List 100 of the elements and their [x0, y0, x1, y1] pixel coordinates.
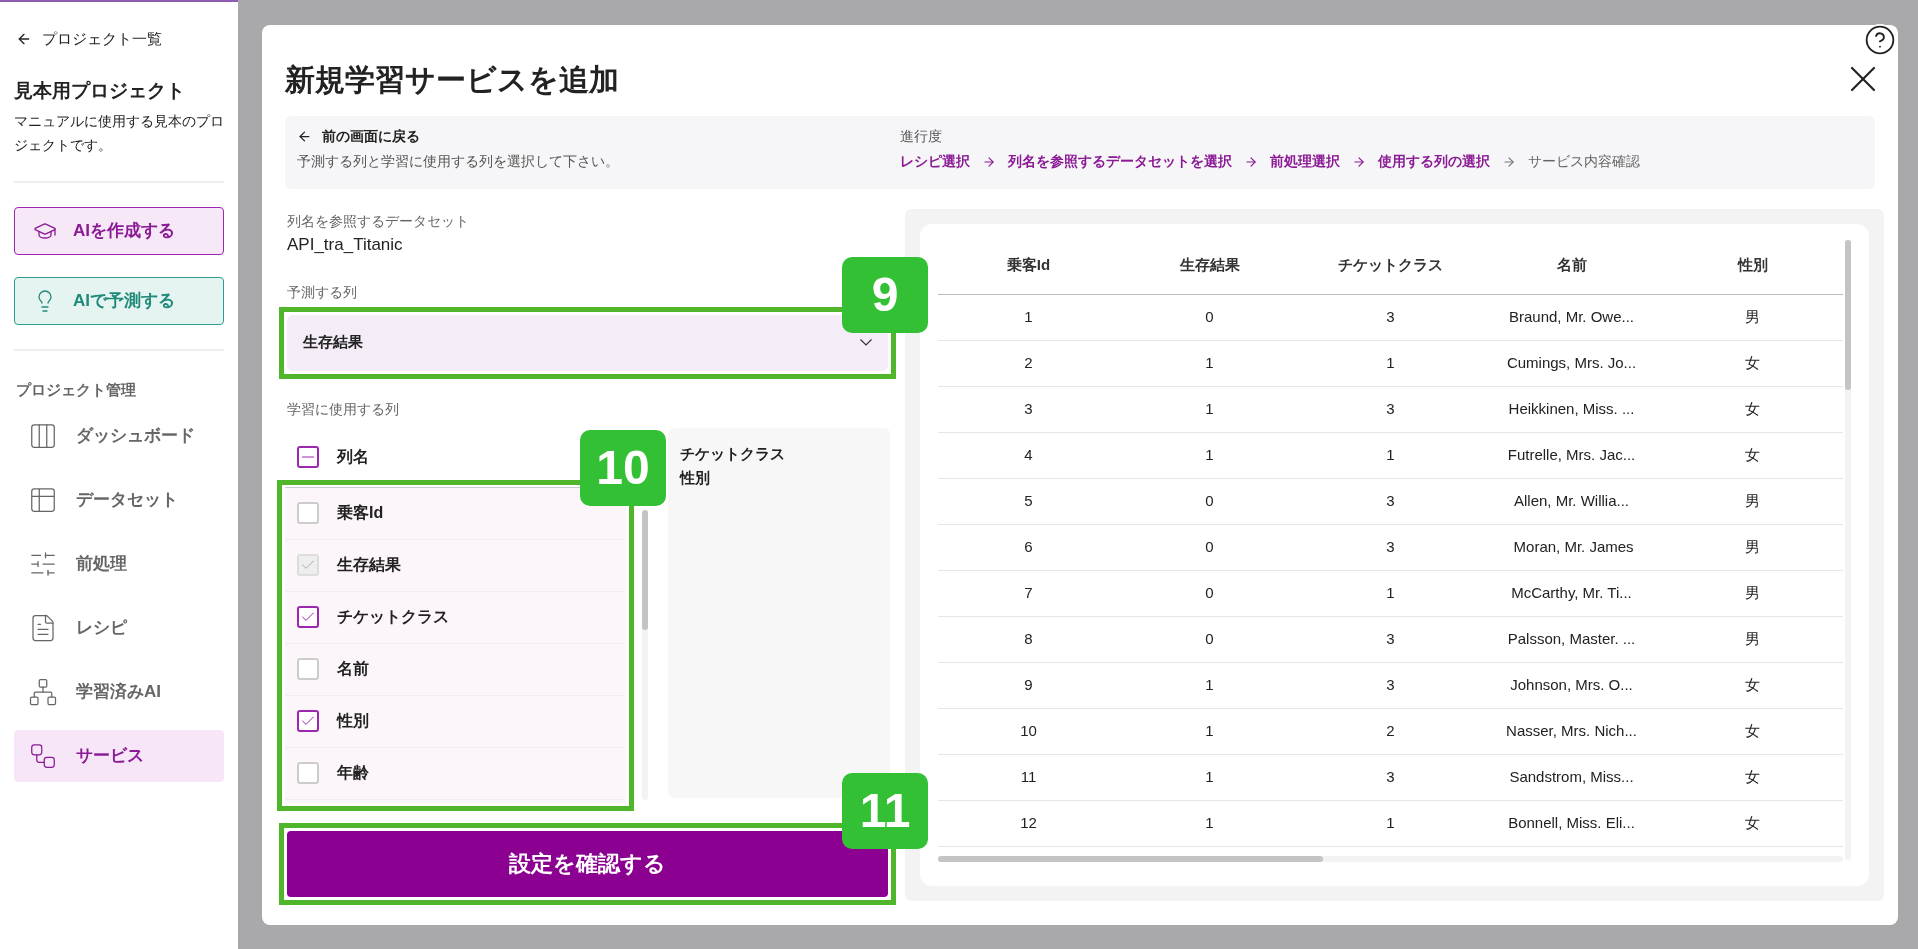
- table-cell: 女: [1662, 708, 1843, 754]
- table-cell: 11: [938, 754, 1119, 800]
- progress-label: 進行度: [900, 127, 943, 146]
- step-number-badge: 9: [842, 256, 928, 333]
- scrollbar-thumb[interactable]: [938, 856, 1323, 862]
- nav-icon: [28, 676, 58, 707]
- table-cell: Bonnell, Miss. Eli...: [1481, 800, 1662, 846]
- minus-icon: [302, 456, 314, 458]
- table-cell: 女: [1662, 340, 1843, 386]
- table-cell: 8: [938, 616, 1119, 662]
- back-link[interactable]: プロジェクト一覧: [14, 28, 224, 51]
- column-heading: 生存結果: [1119, 236, 1300, 294]
- table-cell: 3: [1300, 386, 1481, 432]
- dialog-title: 新規学習サービスを追加: [285, 61, 619, 98]
- table-cell: 1: [1300, 432, 1481, 478]
- project-description: マニュアルに使用する見本のプロジェクトです。: [14, 112, 224, 155]
- table-cell: 4: [938, 432, 1119, 478]
- create-ai-button[interactable]: AIを作成する: [14, 207, 224, 255]
- selected-column: 性別: [680, 465, 878, 490]
- section-title: プロジェクト管理: [15, 380, 137, 400]
- table-cell: 0: [1119, 570, 1300, 616]
- chevron-down-icon: [860, 339, 872, 346]
- nav-item[interactable]: 前処理: [14, 537, 224, 590]
- scrollbar[interactable]: [642, 509, 648, 800]
- table-cell: 7: [938, 570, 1119, 616]
- checkbox[interactable]: [297, 606, 319, 628]
- table-cell: 1: [1119, 754, 1300, 800]
- column-row[interactable]: 年齢: [285, 747, 624, 800]
- table-cell: 1: [1119, 800, 1300, 846]
- table-cell: 3: [1300, 478, 1481, 524]
- field-label: 学習に使用する列: [286, 399, 400, 419]
- table-cell: 1: [1119, 340, 1300, 386]
- table-cell: 10: [938, 708, 1119, 754]
- project-title: 見本用プロジェクト: [14, 78, 186, 103]
- progress-step: 列名を参照するデータセットを選択: [1008, 151, 1232, 172]
- table-cell: 1: [1119, 432, 1300, 478]
- table-cell: Palsson, Master. ...: [1481, 616, 1662, 662]
- column-name: 乗客Id: [337, 503, 384, 523]
- table-cell: 2: [1300, 708, 1481, 754]
- table-cell: 女: [1662, 386, 1843, 432]
- nav-item[interactable]: 学習済みAI: [14, 665, 224, 718]
- progress-step: 前処理選択: [1270, 151, 1340, 172]
- table-cell: 1: [1119, 708, 1300, 754]
- table-cell: Johnson, Mrs. O...: [1481, 662, 1662, 708]
- scrollbar-thumb[interactable]: [1845, 240, 1851, 390]
- back-link[interactable]: 前の画面に戻る: [297, 126, 900, 147]
- table-cell: 男: [1662, 524, 1843, 570]
- table-cell: 3: [1300, 616, 1481, 662]
- table-cell: 女: [1662, 432, 1843, 478]
- column-name: 生存結果: [337, 555, 401, 575]
- progress-step: レシピ選択: [900, 151, 970, 172]
- column-name: 名前: [337, 659, 369, 679]
- table-cell: 0: [1119, 478, 1300, 524]
- nav-item[interactable]: サービス: [14, 729, 224, 782]
- table-cell: McCarthy, Mr. Ti...: [1481, 570, 1662, 616]
- column-heading: チケットクラス: [1300, 236, 1481, 294]
- checkbox[interactable]: [297, 446, 319, 468]
- column-row[interactable]: 名前: [285, 643, 624, 696]
- arrow-icon: [982, 154, 996, 169]
- confirm-button[interactable]: 設定を確認する: [287, 830, 888, 897]
- table-cell: 3: [1300, 754, 1481, 800]
- column-name: 年齢: [337, 763, 369, 783]
- table-cell: 3: [1300, 524, 1481, 570]
- scrollbar-thumb[interactable]: [642, 509, 648, 630]
- field-label: 列名を参照するデータセット: [286, 212, 470, 231]
- table-cell: 男: [1662, 616, 1843, 662]
- table-cell: 3: [938, 386, 1119, 432]
- table-cell: Heikkinen, Miss. ...: [1481, 386, 1662, 432]
- table-cell: 3: [1300, 294, 1481, 340]
- table-cell: 3: [1300, 662, 1481, 708]
- table-cell: 1: [1119, 386, 1300, 432]
- table-cell: 女: [1662, 662, 1843, 708]
- column-row[interactable]: チケットクラス: [285, 591, 624, 644]
- scrollbar[interactable]: [938, 856, 1843, 862]
- column-name: チケットクラス: [337, 607, 449, 627]
- target-column-select[interactable]: 生存結果: [287, 314, 888, 371]
- table-cell: 0: [1119, 616, 1300, 662]
- column-row[interactable]: 性別: [285, 695, 624, 748]
- table-cell: 1: [1119, 662, 1300, 708]
- checkbox[interactable]: [297, 710, 319, 732]
- field-label: 予測する列: [286, 282, 358, 302]
- selected-column: チケットクラス: [680, 441, 878, 466]
- progress-step: サービス内容確認: [1528, 151, 1640, 172]
- predict-ai-button[interactable]: AIで予測する: [14, 277, 224, 325]
- nav-item[interactable]: データセット: [14, 473, 224, 526]
- table-cell: 1: [1300, 800, 1481, 846]
- step-number-badge: 11: [842, 772, 928, 849]
- step-number-badge: 10: [580, 429, 666, 506]
- table-cell: Moran, Mr. James: [1481, 524, 1662, 570]
- table-cell: Nasser, Mrs. Nich...: [1481, 708, 1662, 754]
- scrollbar[interactable]: [1845, 240, 1851, 860]
- column-heading: 性別: [1662, 236, 1843, 294]
- nav-item[interactable]: レシピ: [14, 601, 224, 654]
- table-cell: 1: [938, 294, 1119, 340]
- table-cell: Braund, Mr. Owe...: [1481, 294, 1662, 340]
- table-cell: 女: [1662, 754, 1843, 800]
- column-heading: 名前: [1481, 236, 1662, 294]
- nav-item[interactable]: ダッシュボード: [14, 409, 224, 462]
- progress-step: 使用する列の選択: [1378, 151, 1490, 172]
- table-cell: 1: [1300, 340, 1481, 386]
